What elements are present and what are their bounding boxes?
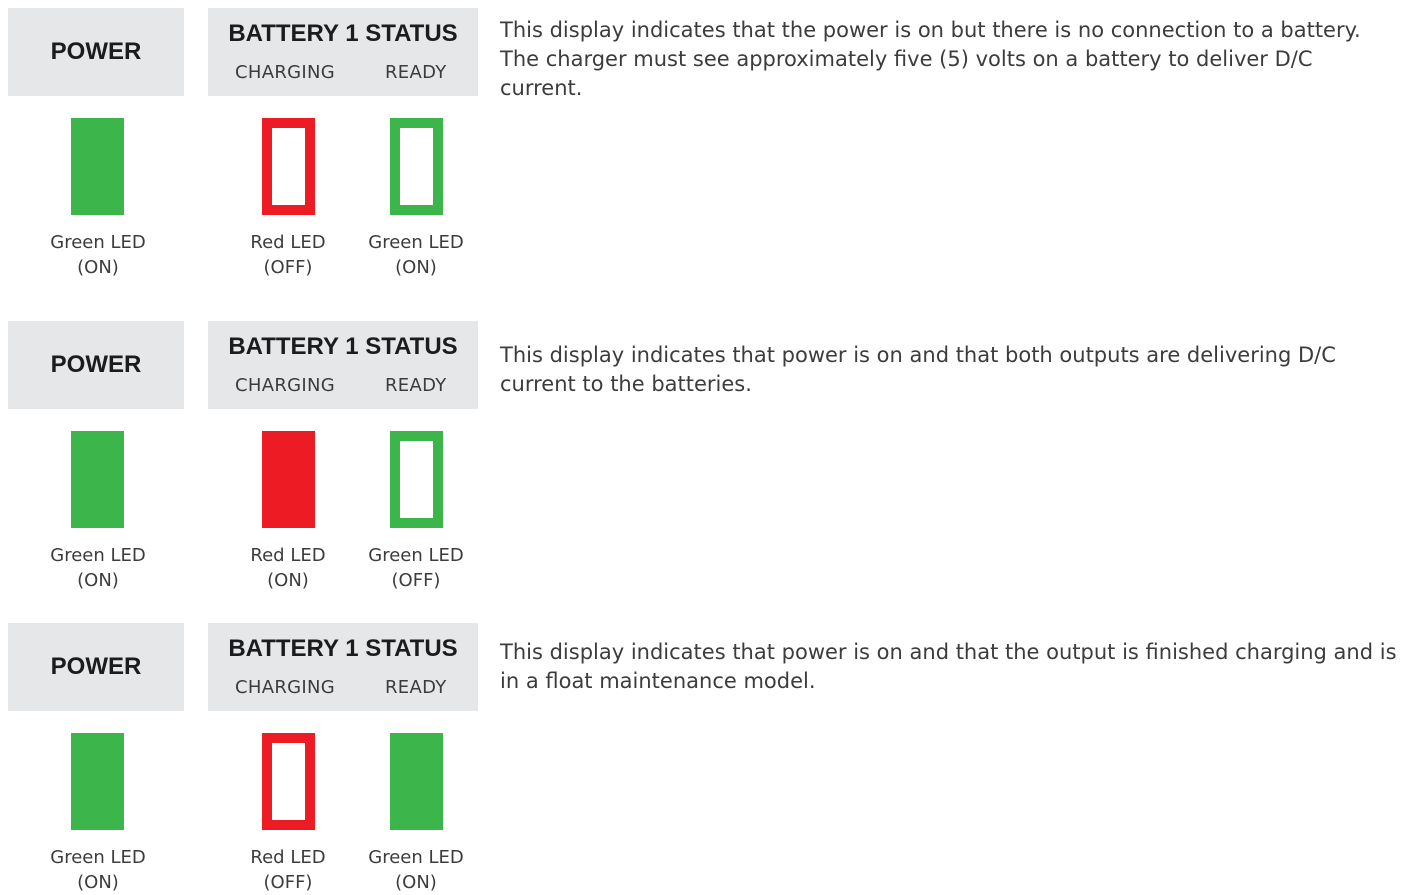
power-header: POWER [8,623,184,711]
power-label: POWER [50,653,142,680]
power-led-caption: Green LED (ON) [33,230,163,280]
power-header: POWER [8,8,184,96]
power-led-caption-state: (ON) [77,872,119,893]
charging-label: CHARGING [235,677,335,698]
ready-led-caption-name: Green LED [368,545,464,566]
battery-status-title: BATTERY 1 STATUS [228,635,458,662]
ready-led-caption-state: (OFF) [391,570,441,591]
charging-led-caption-state: (OFF) [263,872,313,893]
charging-led-indicator [262,118,315,215]
charging-led-caption: Red LED (OFF) [223,230,353,280]
charging-led-caption-name: Red LED [250,232,326,253]
power-led-indicator [71,733,124,830]
ready-label: READY [385,375,447,396]
battery-status-title: BATTERY 1 STATUS [228,333,458,360]
power-led-caption-name: Green LED [50,545,146,566]
battery-status-header: BATTERY 1 STATUS CHARGING READY [208,8,478,96]
panel-description: This display indicates that power is on … [500,640,1397,693]
ready-led-caption-state: (ON) [395,257,437,278]
ready-led-indicator [390,431,443,528]
charging-led-caption-state: (OFF) [263,257,313,278]
charging-led-caption-name: Red LED [250,847,326,868]
ready-led-caption-name: Green LED [368,232,464,253]
power-led-caption-state: (ON) [77,570,119,591]
ready-led-indicator [390,118,443,215]
power-header: POWER [8,321,184,409]
battery-status-header: BATTERY 1 STATUS CHARGING READY [208,321,478,409]
panel-description: This display indicates that power is on … [500,343,1336,396]
charging-led-caption-state: (ON) [267,570,309,591]
power-label: POWER [50,38,142,65]
ready-led-caption-name: Green LED [368,847,464,868]
charging-label: CHARGING [235,375,335,396]
charging-led-indicator [262,431,315,528]
charging-led-indicator [262,733,315,830]
power-led-caption-name: Green LED [50,232,146,253]
ready-led-caption: Green LED (OFF) [351,543,481,593]
ready-led-caption: Green LED (ON) [351,230,481,280]
ready-led-indicator [390,733,443,830]
charging-led-caption-name: Red LED [250,545,326,566]
power-led-caption: Green LED (ON) [33,543,163,593]
panel-description: This display indicates that the power is… [500,18,1361,100]
power-label: POWER [50,351,142,378]
battery-status-title: BATTERY 1 STATUS [228,20,458,47]
power-led-indicator [71,118,124,215]
ready-label: READY [385,62,447,83]
power-led-indicator [71,431,124,528]
power-led-caption-state: (ON) [77,257,119,278]
charging-label: CHARGING [235,62,335,83]
charging-led-caption: Red LED (ON) [223,543,353,593]
battery-status-header: BATTERY 1 STATUS CHARGING READY [208,623,478,711]
ready-led-caption-state: (ON) [395,872,437,893]
power-led-caption-name: Green LED [50,847,146,868]
ready-label: READY [385,677,447,698]
